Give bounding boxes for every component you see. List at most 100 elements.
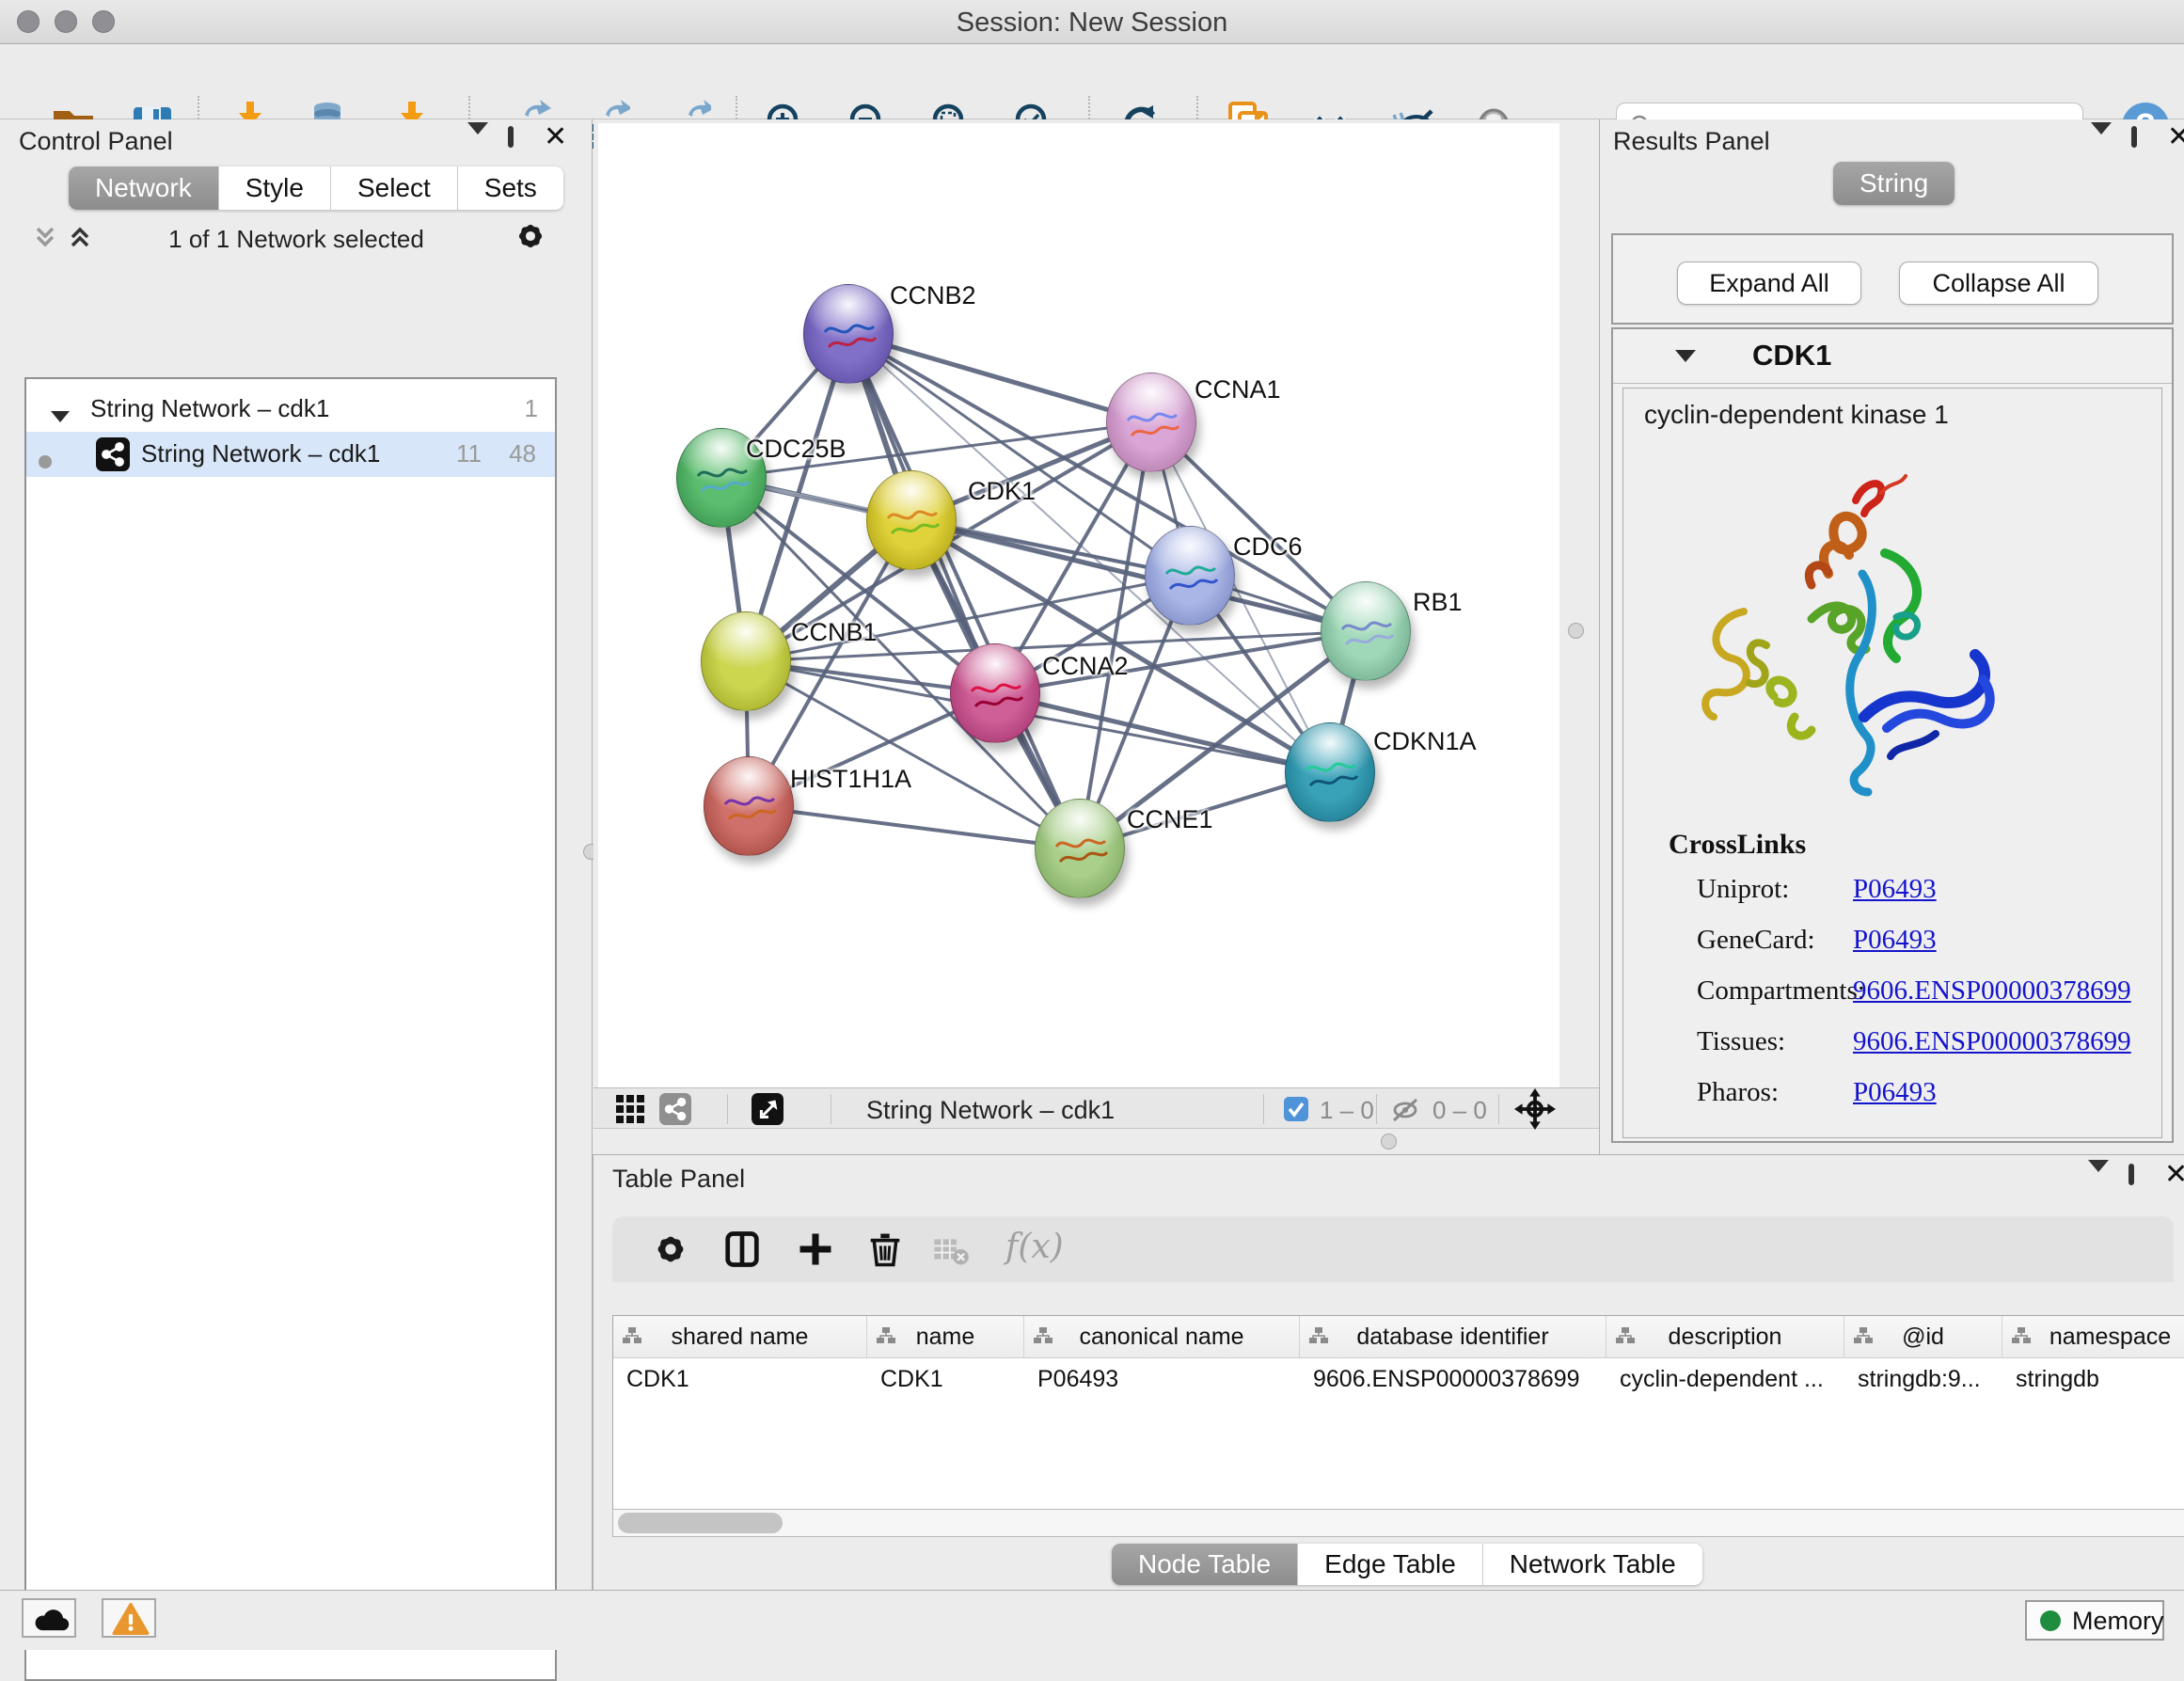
scrollbar-thumb[interactable] [618,1513,783,1533]
gene-details: cyclin-dependent kinase 1 CrossLin [1622,388,2162,1138]
crosslink-value-link[interactable]: P06493 [1853,1077,1937,1108]
network-node-CCNE1[interactable] [1035,799,1125,898]
network-list: String Network – cdk1 1 String Network –… [24,377,557,1681]
panel-close-icon[interactable]: ✕ [2167,125,2184,157]
column-header-name[interactable]: name [867,1316,1024,1358]
node-table-row[interactable]: CDK1CDK1P064939606.ENSP00000378699cyclin… [613,1358,2184,1400]
cloud-sync-button[interactable] [22,1598,76,1638]
column-type-icon [1034,1327,1052,1344]
panel-menu-icon[interactable] [467,135,499,167]
column-header-sharedname[interactable]: shared name [613,1316,867,1358]
column-header-canonicalname[interactable]: canonical name [1024,1316,1300,1358]
tab-sets[interactable]: Sets [457,167,563,210]
network-node-CDKN1A[interactable] [1285,722,1375,822]
network-node-HIST1H1A[interactable] [704,756,794,856]
table-options-gear-icon[interactable] [652,1230,689,1268]
panel-menu-icon[interactable] [2091,135,2123,167]
crosslink-value-link[interactable]: P06493 [1853,925,1937,956]
panel-menu-icon[interactable] [2088,1172,2120,1204]
column-header-label: description [1669,1324,1782,1350]
table-cell[interactable]: cyclin-dependent ... [1606,1358,1844,1400]
bottom-splitter-handle[interactable] [1381,1134,1397,1150]
column-type-icon [1309,1327,1328,1344]
panel-float-icon[interactable] [2131,129,2163,161]
gene-collapse-icon[interactable] [1675,348,1696,367]
network-edge[interactable] [995,693,1330,772]
column-header-databaseidentifier[interactable]: database identifier [1300,1316,1606,1358]
table-cell[interactable]: stringdb:9... [1844,1358,2002,1400]
column-type-icon [877,1327,895,1344]
panel-float-icon[interactable] [508,129,540,161]
node-table-header[interactable]: shared namenamecanonical namedatabase id… [613,1316,2184,1358]
memory-button[interactable]: Memory [2025,1600,2164,1641]
tab-node-table[interactable]: Node Table [1112,1544,1297,1585]
gene-symbol: CDK1 [1752,339,1831,373]
collapse-all-button[interactable]: Collapse All [1899,262,2098,305]
selected-checkbox-icon[interactable] [1284,1097,1308,1126]
node-label-CCNB1: CCNB1 [791,618,878,647]
control-panel-title: Control Panel [19,127,173,156]
structure-thumbnail-icon [1286,723,1376,823]
network-node-CCNB2[interactable] [803,284,894,384]
tab-select[interactable]: Select [330,167,457,210]
tab-edge-table[interactable]: Edge Table [1297,1544,1482,1585]
table-toolbar: f(x) [612,1216,2174,1282]
warnings-button[interactable] [102,1598,156,1638]
crosslink-value-link[interactable]: 9606.ENSP00000378699 [1853,975,2131,1007]
table-cell[interactable]: stringdb [2002,1358,2184,1400]
show-columns-icon[interactable] [723,1230,761,1268]
table-cell[interactable]: P06493 [1024,1358,1300,1400]
structure-thumbnail-icon [1036,800,1126,899]
birds-eye-view-icon[interactable] [752,1093,783,1130]
table-cell[interactable]: CDK1 [613,1358,867,1400]
grid-view-icon[interactable] [614,1093,646,1130]
table-panel: Table Panel ✕ f(x) shared namenamecanoni… [593,1154,2184,1590]
panel-close-icon[interactable]: ✕ [2164,1163,2184,1195]
node-label-CDKN1A: CDKN1A [1373,727,1477,756]
table-horizontal-scrollbar[interactable] [612,1509,2184,1537]
network-row-label: String Network – cdk1 [141,439,380,468]
crosslink-value-link[interactable]: P06493 [1853,874,1937,905]
table-cell[interactable]: 9606.ENSP00000378699 [1300,1358,1606,1400]
network-collection-row[interactable]: String Network – cdk1 1 [26,387,555,432]
network-node-RB1[interactable] [1321,581,1411,681]
network-edge[interactable] [749,806,1080,848]
network-thumbnail-icon[interactable] [659,1093,691,1130]
network-node-CCNB1[interactable] [701,611,791,711]
delete-column-icon[interactable] [866,1230,904,1268]
panel-close-icon[interactable]: ✕ [544,125,576,157]
network-options-gear-icon[interactable] [514,219,546,251]
table-cell[interactable]: CDK1 [867,1358,1024,1400]
column-header-description[interactable]: description [1606,1316,1844,1358]
gene-section-header[interactable]: CDK1 [1613,329,2172,384]
tab-string[interactable]: String [1833,162,1955,205]
tab-style[interactable]: Style [218,167,330,210]
column-header-namespace[interactable]: namespace [2002,1316,2184,1358]
network-row-selected[interactable]: String Network – cdk1 11 48 [26,432,555,477]
network-canvas[interactable]: CCNB2CCNA1CDC25BCDK1CDC6RB1CCNB1CCNA2CDK… [598,123,1559,1087]
toolbar-separator [1263,1094,1264,1124]
right-splitter-handle[interactable] [1568,623,1584,639]
network-node-count: 11 [456,439,482,468]
node-table: shared namenamecanonical namedatabase id… [612,1315,2184,1509]
tab-network[interactable]: Network [69,167,218,210]
column-type-icon [1616,1327,1635,1344]
network-node-CDC6[interactable] [1145,526,1235,626]
results-panel-tabs: String [1833,162,1955,205]
collection-label: String Network – cdk1 [90,394,329,423]
node-label-CCNA2: CCNA2 [1042,652,1129,681]
column-header-id[interactable]: @id [1844,1316,2002,1358]
pan-crosshair-icon[interactable] [1513,1088,1557,1134]
expand-all-button[interactable]: Expand All [1677,262,1861,305]
cloud-icon [32,1603,70,1635]
hidden-eye-icon[interactable] [1389,1096,1421,1129]
panel-float-icon[interactable] [2129,1166,2160,1198]
tab-network-table[interactable]: Network Table [1482,1544,1702,1585]
crosslink-value-link[interactable]: 9606.ENSP00000378699 [1853,1026,2131,1057]
network-node-CCNA2[interactable] [950,643,1040,743]
collection-expand-icon[interactable] [51,400,70,429]
create-column-icon[interactable] [797,1230,834,1268]
main-toolbar: ? [0,44,2184,119]
network-node-CCNA1[interactable] [1106,373,1196,472]
network-node-CDK1[interactable] [866,470,957,570]
